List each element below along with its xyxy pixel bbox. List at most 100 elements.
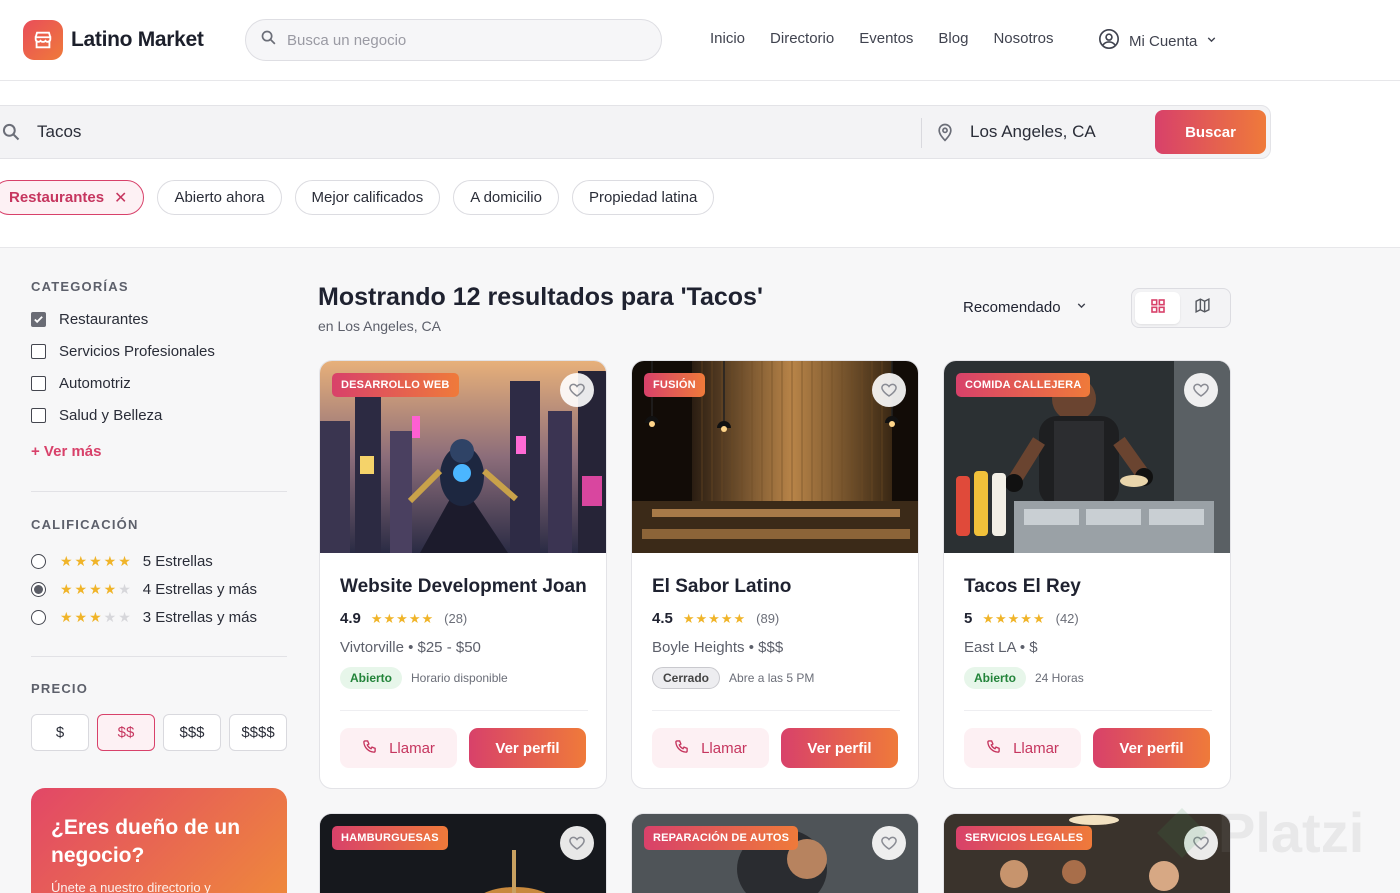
nav-link-eventos[interactable]: Eventos [859,30,913,47]
chip-abierto-ahora[interactable]: Abierto ahora [157,180,282,215]
rating-label: 5 Estrellas [142,552,213,570]
rating-title: CALIFICACIÓN [31,517,139,532]
call-button[interactable]: Llamar [340,728,457,768]
filter-sidebar: CATEGORÍAS Restaurantes Servicios Profes… [31,248,287,893]
category-tag: SERVICIOS LEGALES [956,826,1093,850]
star-rating-icons: ★★★★★ [682,610,747,626]
price-options: $ $$ $$$ $$$$ [31,714,287,751]
category-salud-belleza[interactable]: Salud y Belleza [31,399,287,431]
divider [964,710,1212,711]
status-row: Abierto Horario disponible [340,667,508,689]
business-owner-cta[interactable]: ¿Eres dueño de un negocio? Únete a nuest… [31,788,287,893]
business-name[interactable]: El Sabor Latino [652,576,791,598]
status-badge: Abierto [964,667,1026,689]
status-badge: Abierto [340,667,402,689]
view-profile-button[interactable]: Ver perfil [781,728,898,768]
results-subtitle: en Los Angeles, CA [318,318,441,334]
main-nav: Inicio Directorio Eventos Blog Nosotros [710,30,1078,47]
nav-link-blog[interactable]: Blog [938,30,968,47]
rating-value: 4.9 [340,610,361,627]
radio-selected[interactable] [31,581,46,597]
nav-link-inicio[interactable]: Inicio [710,30,745,47]
heart-icon[interactable] [560,373,594,407]
category-automotriz[interactable]: Automotriz [31,367,287,399]
price-option-4[interactable]: $$$$ [229,714,287,751]
nav-link-directorio[interactable]: Directorio [770,30,834,47]
heart-icon[interactable] [872,373,906,407]
rating-label: 4 Estrellas y más [142,580,257,598]
stars-3: ★★★★★ [60,608,133,625]
business-card[interactable]: HAMBURGUESAS [319,813,607,893]
view-profile-button[interactable]: Ver perfil [1093,728,1210,768]
chip-restaurantes[interactable]: Restaurantes ✕ [0,180,145,215]
rating-option-3[interactable]: ★★★★★ 3 Estrellas y más [31,603,287,631]
chip-a-domicilio[interactable]: A domicilio [453,180,559,215]
top-search-box[interactable] [245,19,662,61]
checkbox[interactable] [31,407,46,423]
business-name[interactable]: Tacos El Rey [964,576,1081,598]
radio[interactable] [31,553,46,569]
rating-row: 4.5 ★★★★★ (89) [652,610,779,627]
location-price: East LA • $ [964,639,1038,656]
hours-text: 24 Horas [1035,671,1084,685]
radio[interactable] [31,609,46,625]
sort-dropdown[interactable]: Recomendado [963,299,1088,316]
chip-mejor-calificados[interactable]: Mejor calificados [294,180,441,215]
search-filter-bar: Tacos Los Angeles, CA Restaurantes ✕ Abi… [0,81,1400,248]
search-button[interactable]: Buscar [1155,110,1266,154]
business-card[interactable]: REPARACIÓN DE AUTOS [631,813,919,893]
call-label: Llamar [701,739,747,757]
see-more-link[interactable]: + Ver más [31,443,287,460]
phone-icon [674,739,689,758]
heart-icon[interactable] [1184,373,1218,407]
rating-row: 4.9 ★★★★★ (28) [340,610,467,627]
grid-view-button[interactable] [1135,292,1180,324]
location-field[interactable]: Los Angeles, CA [970,122,1096,142]
account-menu[interactable]: Mi Cuenta [1098,28,1218,54]
search-icon [260,29,277,51]
nav-link-nosotros[interactable]: Nosotros [993,30,1053,47]
business-name[interactable]: Website Development Joan [340,576,587,598]
hours-text: Abre a las 5 PM [729,671,815,685]
business-card[interactable]: COMIDA CALLEJERA Tacos El Rey 5 ★★★★★ (4… [943,360,1231,789]
view-profile-button[interactable]: Ver perfil [469,728,586,768]
heart-icon[interactable] [872,826,906,860]
price-option-1[interactable]: $ [31,714,89,751]
account-label: Mi Cuenta [1129,32,1198,50]
business-card[interactable]: FUSIÓN El Sabor Latino 4.5 ★★★★★ (89) Bo… [631,360,919,789]
map-icon [1194,297,1211,319]
top-search-input[interactable] [287,31,627,49]
price-option-3[interactable]: $$$ [163,714,221,751]
star-rating-icons: ★★★★★ [982,610,1046,626]
heart-icon[interactable] [560,826,594,860]
location-price: Boyle Heights • $$$ [652,639,784,656]
checkbox[interactable] [31,375,46,391]
call-button[interactable]: Llamar [652,728,769,768]
sort-label: Recomendado [963,299,1061,316]
checkbox[interactable] [31,343,46,359]
owner-cta-text: Únete a nuestro directorio y [51,880,211,893]
category-label: Servicios Profesionales [59,342,215,360]
rating-option-5[interactable]: ★★★★★ 5 Estrellas [31,547,287,575]
category-servicios-profesionales[interactable]: Servicios Profesionales [31,335,287,367]
hours-text: Horario disponible [411,671,508,685]
business-card[interactable]: DESARROLLO WEB Website Development Joan … [319,360,607,789]
price-option-2[interactable]: $$ [97,714,155,751]
divider [31,491,287,492]
stars-4: ★★★★★ [60,580,133,597]
call-button[interactable]: Llamar [964,728,1081,768]
map-view-button[interactable] [1180,292,1225,324]
main-search-box[interactable]: Tacos Los Angeles, CA [0,105,1271,159]
brand-logo[interactable]: Latino Market [23,20,204,60]
category-tag: FUSIÓN [644,373,705,397]
rating-option-4[interactable]: ★★★★★ 4 Estrellas y más [31,575,287,603]
search-query-field[interactable]: Tacos [37,122,81,142]
divider [31,656,287,657]
checkbox-checked[interactable] [31,311,46,327]
category-tag: REPARACIÓN DE AUTOS [644,826,799,850]
close-icon[interactable]: ✕ [114,188,127,208]
chip-propiedad-latina[interactable]: Propiedad latina [571,180,715,215]
category-label: Restaurantes [59,310,149,328]
category-restaurantes[interactable]: Restaurantes [31,303,287,335]
user-icon [1098,28,1120,54]
